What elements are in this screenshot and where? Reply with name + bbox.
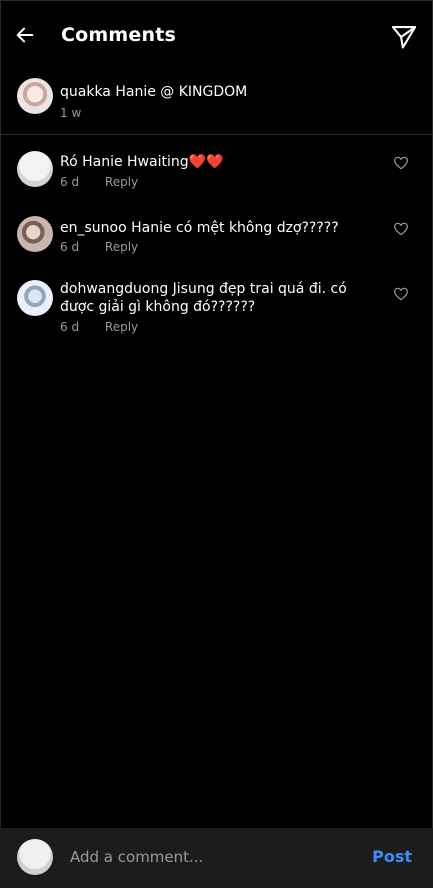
post-button[interactable]: Post	[372, 847, 412, 866]
comment-text: dohwangduong Jisung đẹp trai quá đi. có …	[60, 281, 347, 315]
heart-icon[interactable]	[393, 286, 409, 302]
comment-meta: 6 d Reply	[60, 175, 160, 189]
back-button[interactable]	[12, 22, 38, 48]
send-button[interactable]	[389, 22, 419, 52]
avatar	[17, 839, 53, 875]
avatar[interactable]	[17, 280, 53, 316]
arrow-left-icon	[16, 27, 34, 43]
reply-button[interactable]: Reply	[105, 320, 138, 334]
comment-text: en_sunoo Hanie có mệt không dzợ?????	[60, 220, 339, 236]
comment-meta: 6 d Reply	[60, 240, 160, 254]
comment-timestamp: 6 d	[60, 240, 80, 254]
comment-meta: 6 d Reply	[60, 320, 160, 334]
comment-input[interactable]: Add a comment...	[70, 848, 203, 866]
send-icon	[391, 26, 417, 49]
avatar[interactable]	[17, 78, 53, 114]
page-title: Comments	[61, 24, 176, 46]
comment-timestamp: 6 d	[60, 320, 80, 334]
reply-button[interactable]: Reply	[105, 175, 138, 189]
comment-text: Ró Hanie Hwaiting❤️❤️	[60, 154, 224, 170]
avatar[interactable]	[17, 151, 53, 187]
reply-button[interactable]: Reply	[105, 240, 138, 254]
caption-text: quakka Hanie @ KINGDOM	[60, 84, 248, 100]
caption-timestamp: 1 w	[60, 106, 82, 120]
heart-icon[interactable]	[393, 221, 409, 237]
comment-timestamp: 6 d	[60, 175, 80, 189]
comment-composer: Add a comment... Post	[0, 828, 433, 888]
top-bar: Comments	[0, 0, 433, 72]
avatar[interactable]	[17, 216, 53, 252]
post-caption: quakka Hanie @ KINGDOM 1 w	[0, 76, 433, 135]
heart-icon[interactable]	[393, 155, 409, 171]
